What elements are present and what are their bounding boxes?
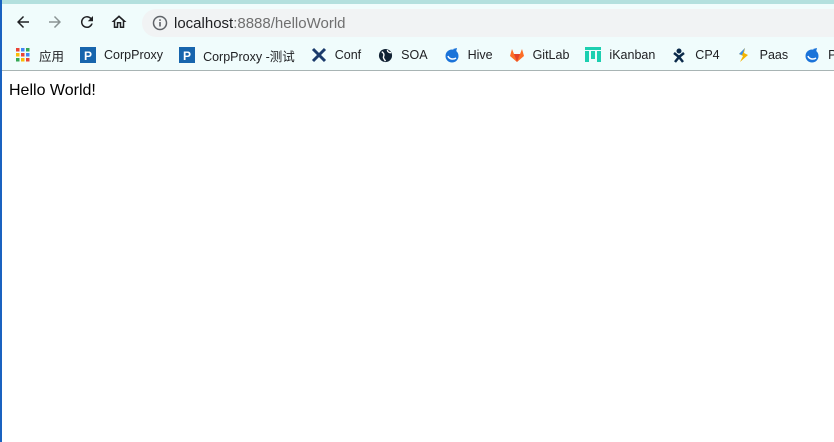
gitlab-icon: [509, 47, 525, 63]
bookmark-hive[interactable]: Hive: [444, 42, 501, 68]
forward-button[interactable]: [39, 6, 71, 38]
hive-dolphin-icon: [444, 47, 460, 63]
bookmark-label: 应用: [39, 49, 65, 64]
bookmarks-bar: 应用 P CorpProxy P CorpProxy -测试 Conf SOA Hive Git…: [0, 40, 834, 71]
window-edge: [0, 0, 2, 442]
bookmark-label: Hive: [467, 48, 493, 62]
bookmark-ikanban[interactable]: iKanban: [585, 42, 663, 68]
globe-icon: [377, 47, 393, 63]
hive-dolphin-icon: [804, 47, 820, 63]
address-bar[interactable]: localhost:8888/helloWorld: [142, 9, 834, 37]
bookmark-paas[interactable]: Paas: [736, 42, 797, 68]
bookmark-gitlab[interactable]: GitLab: [509, 42, 578, 68]
p-logo-icon: P: [179, 47, 196, 63]
arrow-left-icon: [17, 16, 29, 28]
jenkins-icon: [671, 47, 687, 63]
kanban-icon: [585, 47, 602, 63]
bookmark-label: iKanban: [609, 48, 656, 62]
bookmark-soa[interactable]: SOA: [377, 42, 435, 68]
url-host: localhost: [174, 14, 234, 32]
bookmark-label: Paas: [759, 48, 789, 62]
bookmark-label: CorpProxy: [104, 48, 164, 62]
bookmark-label: Conf: [334, 48, 362, 62]
arrow-right-icon: [49, 16, 61, 28]
bookmark-conf[interactable]: Conf: [311, 42, 369, 68]
confluence-icon: [311, 47, 327, 63]
svg-text:P: P: [84, 49, 92, 63]
bookmark-cp4[interactable]: CP4: [671, 42, 727, 68]
browser-toolbar: localhost:8888/helloWorld: [0, 4, 834, 40]
url-path: :8888/helloWorld: [233, 14, 346, 32]
bookmark-label: CorpProxy -测试: [203, 49, 295, 64]
svg-text:P: P: [183, 49, 191, 63]
bookmark-label: SOA: [401, 48, 428, 62]
bookmark-[interactable]: 应用: [15, 42, 72, 68]
bookmark-label: CP4: [695, 48, 720, 62]
p-logo-icon: P: [80, 47, 97, 63]
bookmark-corpproxy[interactable]: P CorpProxy: [80, 42, 171, 68]
reload-button[interactable]: [71, 6, 103, 38]
page-content: Hello World!: [0, 71, 834, 111]
hello-text: Hello World!: [9, 82, 96, 99]
url-text[interactable]: localhost:8888/helloWorld: [174, 15, 346, 32]
home-icon: [111, 15, 127, 28]
bookmark-p[interactable]: P: [804, 42, 834, 68]
bookmark-corpproxy[interactable]: P CorpProxy -测试: [179, 42, 303, 68]
back-button[interactable]: [7, 6, 39, 38]
bookmark-label: P: [828, 48, 834, 62]
apps-grid-icon: [15, 47, 31, 63]
paas-icon: [736, 47, 752, 63]
info-icon[interactable]: [150, 13, 170, 33]
reload-icon: [80, 16, 93, 29]
home-button[interactable]: [103, 6, 135, 38]
bookmark-label: GitLab: [532, 48, 570, 62]
